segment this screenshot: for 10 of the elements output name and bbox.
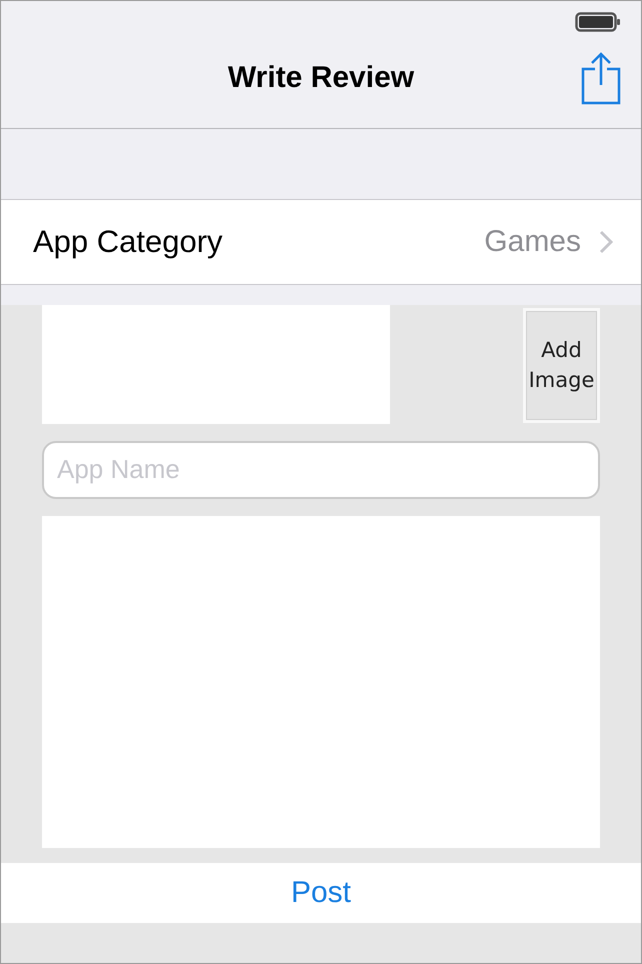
- category-row[interactable]: App Category Games: [1, 198, 641, 286]
- post-button[interactable]: Post: [1, 862, 641, 923]
- add-image-button[interactable]: Add Image: [523, 308, 600, 423]
- battery-icon: [575, 12, 621, 32]
- screen-title: Write Review: [226, 60, 416, 95]
- app-name-field[interactable]: App Name: [42, 440, 600, 499]
- row-value: Games: [484, 224, 581, 259]
- row-label: App Category: [33, 224, 224, 260]
- share-button[interactable]: [581, 50, 621, 105]
- chevron-icon: [599, 230, 613, 254]
